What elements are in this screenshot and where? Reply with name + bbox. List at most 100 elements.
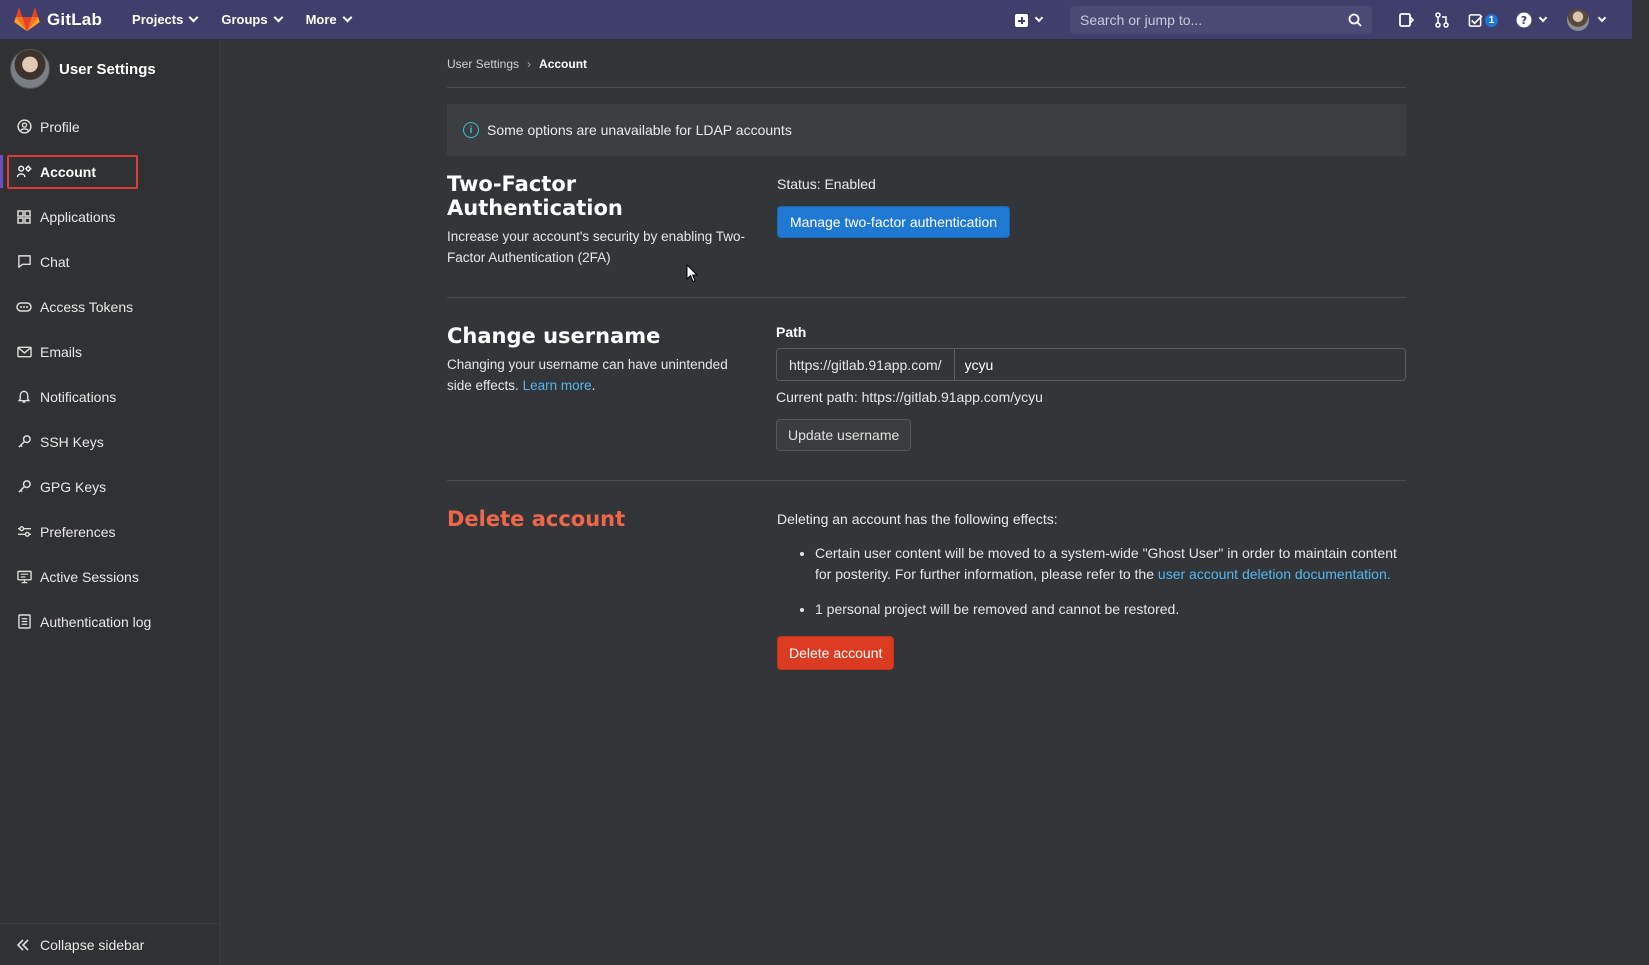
svg-text:?: ? xyxy=(1521,14,1527,27)
breadcrumb-current: Account xyxy=(539,56,588,71)
breadcrumb-parent[interactable]: User Settings xyxy=(447,57,519,71)
applications-icon xyxy=(16,209,32,225)
search-box xyxy=(1070,6,1372,34)
sidebar-item-emails[interactable]: Emails xyxy=(0,329,219,374)
help-nav-button[interactable]: ? xyxy=(1506,0,1556,40)
key-icon xyxy=(16,479,32,495)
sidebar-item-label: Notifications xyxy=(40,388,117,405)
sidebar-item-chat[interactable]: Chat xyxy=(0,239,219,284)
breadcrumb-separator-icon: › xyxy=(527,56,532,71)
merge-request-icon xyxy=(1435,12,1449,28)
chevron-double-left-icon xyxy=(16,938,32,951)
effect-project-removal: 1 personal project will be removed and c… xyxy=(815,601,1180,617)
token-icon xyxy=(16,299,32,315)
delete-intro: Deleting an account has the following ef… xyxy=(777,511,1058,527)
breadcrumb: User Settings › Account xyxy=(447,40,1406,88)
username-input[interactable] xyxy=(954,349,1405,380)
chevron-down-icon xyxy=(1538,13,1548,23)
collapse-sidebar-button[interactable]: Collapse sidebar xyxy=(0,923,219,965)
log-icon xyxy=(16,614,32,630)
todo-count-badge: 1 xyxy=(1484,13,1499,27)
delete-account-section: Delete account Deleting an account has t… xyxy=(447,481,1406,670)
key-icon xyxy=(16,434,32,450)
sidebar-item-label: Applications xyxy=(40,208,116,225)
profile-icon xyxy=(16,119,32,135)
nav-projects-label: Projects xyxy=(132,12,184,27)
chevron-down-icon xyxy=(1034,13,1044,23)
period-text: . xyxy=(1386,566,1391,582)
user-menu-button[interactable] xyxy=(1556,0,1616,40)
sidebar-item-notifications[interactable]: Notifications xyxy=(0,374,219,419)
alert-text: Some options are unavailable for LDAP ac… xyxy=(487,122,792,138)
sidebar-item-label: Account xyxy=(40,163,96,180)
main-menu: Projects Groups More xyxy=(132,0,375,40)
brand[interactable]: GitLab xyxy=(14,0,102,40)
change-username-description: Changing your username can have unintend… xyxy=(447,354,756,396)
delete-effects-list: Certain user content will be moved to a … xyxy=(777,543,1406,620)
chevron-down-icon xyxy=(273,12,284,23)
issues-nav-button[interactable] xyxy=(1388,0,1424,40)
todo-icon xyxy=(1468,13,1483,27)
merge-requests-nav-button[interactable] xyxy=(1424,0,1460,40)
issues-icon xyxy=(1399,13,1414,27)
sidebar-item-label: Authentication log xyxy=(40,613,152,630)
search-input[interactable] xyxy=(1080,12,1348,28)
manage-2fa-button[interactable]: Manage two-factor authentication xyxy=(777,206,1011,238)
nav-more[interactable]: More xyxy=(305,12,353,27)
chat-icon xyxy=(16,254,32,270)
avatar xyxy=(10,49,50,89)
todos-nav-button[interactable]: 1 xyxy=(1460,0,1506,40)
sidebar-item-preferences[interactable]: Preferences xyxy=(0,509,219,554)
sidebar-item-access-tokens[interactable]: Access Tokens xyxy=(0,284,219,329)
sidebar-item-applications[interactable]: Applications xyxy=(0,194,219,239)
sidebar-nav: Profile Account Applications Chat Access… xyxy=(0,104,219,644)
sidebar-item-label: Access Tokens xyxy=(40,298,134,315)
list-item: Certain user content will be moved to a … xyxy=(815,543,1406,585)
sidebar-item-label: SSH Keys xyxy=(40,433,104,450)
change-username-title: Change username xyxy=(447,324,661,348)
sidebar-item-ssh-keys[interactable]: SSH Keys xyxy=(0,419,219,464)
sidebar-item-label: Preferences xyxy=(40,523,116,540)
ldap-info-alert: i Some options are unavailable for LDAP … xyxy=(447,104,1406,156)
user-avatar xyxy=(1567,9,1589,31)
list-item: 1 personal project will be removed and c… xyxy=(815,599,1406,620)
nav-more-label: More xyxy=(305,12,337,27)
deletion-docs-link[interactable]: user account deletion documentation xyxy=(1158,566,1387,582)
chevron-down-icon xyxy=(1597,13,1607,23)
search-icon[interactable] xyxy=(1348,13,1362,27)
plus-icon xyxy=(1015,13,1028,27)
info-icon: i xyxy=(463,122,479,138)
chevron-down-icon xyxy=(188,12,199,23)
top-navbar: GitLab Projects Groups More 1 ? xyxy=(0,0,1632,40)
sidebar-item-active-sessions[interactable]: Active Sessions xyxy=(0,554,219,599)
brand-name: GitLab xyxy=(47,9,103,29)
sidebar-item-label: Emails xyxy=(40,343,83,360)
sidebar-item-label: Profile xyxy=(40,118,80,135)
sidebar-item-authentication-log[interactable]: Authentication log xyxy=(0,599,219,644)
new-item-button[interactable] xyxy=(1015,13,1044,27)
main-content: User Settings › Account i Some options a… xyxy=(447,40,1406,670)
preferences-icon xyxy=(16,524,32,540)
sidebar-header[interactable]: User Settings xyxy=(0,40,219,98)
period-text: . xyxy=(591,378,596,393)
learn-more-link[interactable]: Learn more xyxy=(523,378,592,393)
sidebar-item-label: Active Sessions xyxy=(40,568,139,585)
sidebar-item-gpg-keys[interactable]: GPG Keys xyxy=(0,464,219,509)
monitor-icon xyxy=(16,569,32,585)
sidebar-item-profile[interactable]: Profile xyxy=(0,104,219,149)
two-factor-section: Two-Factor Authentication Increase your … xyxy=(447,156,1406,298)
collapse-sidebar-label: Collapse sidebar xyxy=(40,936,145,953)
chevron-down-icon xyxy=(342,12,353,23)
bell-icon xyxy=(16,389,32,405)
nav-projects[interactable]: Projects xyxy=(132,12,199,27)
two-factor-title: Two-Factor Authentication xyxy=(447,172,623,220)
gitlab-logo-icon xyxy=(14,7,40,31)
nav-groups[interactable]: Groups xyxy=(221,12,284,27)
sidebar-item-account[interactable]: Account xyxy=(0,149,219,194)
sidebar-item-label: GPG Keys xyxy=(40,478,107,495)
delete-account-title: Delete account xyxy=(447,507,626,531)
update-username-button[interactable]: Update username xyxy=(776,419,912,451)
sidebar-title: User Settings xyxy=(59,60,156,78)
settings-sidebar: User Settings Profile Account Applicatio… xyxy=(0,40,220,965)
delete-account-button[interactable]: Delete account xyxy=(777,636,895,670)
